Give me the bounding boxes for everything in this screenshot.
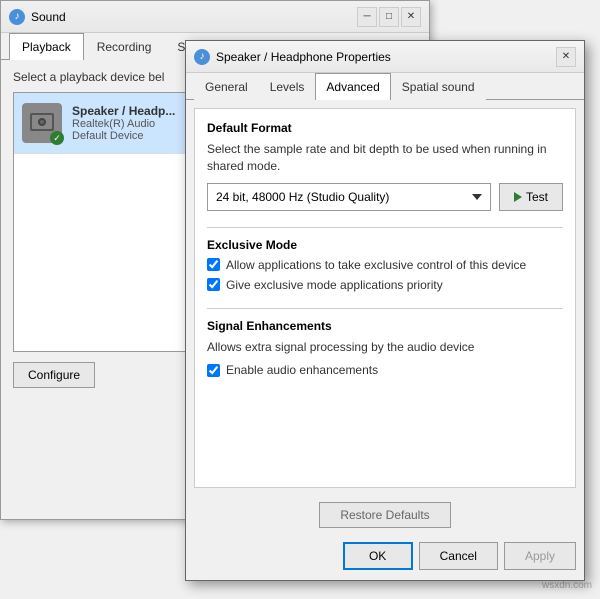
minimize-button[interactable]: ─ xyxy=(357,7,377,27)
props-window-controls: ✕ xyxy=(556,47,576,67)
exclusive-checkbox-1-input[interactable] xyxy=(207,258,220,271)
format-row: 24 bit, 48000 Hz (Studio Quality) Test xyxy=(207,183,563,211)
default-check: ✓ xyxy=(50,131,64,145)
default-format-desc: Select the sample rate and bit depth to … xyxy=(207,141,563,175)
props-title-bar: ♪ Speaker / Headphone Properties ✕ xyxy=(186,41,584,73)
default-format-title: Default Format xyxy=(207,121,563,135)
exclusive-checkbox-2-input[interactable] xyxy=(207,278,220,291)
props-window: ♪ Speaker / Headphone Properties ✕ Gener… xyxy=(185,40,585,581)
ok-button[interactable]: OK xyxy=(343,542,413,570)
props-window-icon: ♪ xyxy=(194,49,210,65)
signal-checkbox-1-input[interactable] xyxy=(207,364,220,377)
tab-recording[interactable]: Recording xyxy=(84,33,165,60)
exclusive-checkbox-1: Allow applications to take exclusive con… xyxy=(207,258,563,272)
exclusive-mode-group: Exclusive Mode Allow applications to tak… xyxy=(207,238,563,292)
dialog-buttons: OK Cancel Apply xyxy=(186,534,584,580)
exclusive-checkbox-2: Give exclusive mode applications priorit… xyxy=(207,278,563,292)
exclusive-label-2: Give exclusive mode applications priorit… xyxy=(226,278,443,292)
divider-2 xyxy=(207,308,563,309)
tab-advanced[interactable]: Advanced xyxy=(315,73,390,100)
signal-enhancements-group: Signal Enhancements Allows extra signal … xyxy=(207,319,563,378)
device-subname: Realtek(R) Audio xyxy=(72,118,175,130)
sound-window-controls: ─ □ ✕ xyxy=(357,7,421,27)
tab-general[interactable]: General xyxy=(194,73,259,100)
tab-playback[interactable]: Playback xyxy=(9,33,84,60)
close-button[interactable]: ✕ xyxy=(401,7,421,27)
device-info: Speaker / Headp... Realtek(R) Audio Defa… xyxy=(72,104,175,142)
props-tab-bar: General Levels Advanced Spatial sound xyxy=(186,73,584,100)
props-close-button[interactable]: ✕ xyxy=(556,47,576,67)
props-window-title: Speaker / Headphone Properties xyxy=(216,50,556,64)
device-icon: ✓ xyxy=(22,103,62,143)
exclusive-label-1: Allow applications to take exclusive con… xyxy=(226,258,526,272)
tab-levels[interactable]: Levels xyxy=(259,73,316,100)
test-label: Test xyxy=(526,190,548,204)
signal-enhancements-title: Signal Enhancements xyxy=(207,319,563,333)
sound-title-bar: ♪ Sound ─ □ ✕ xyxy=(1,1,429,33)
signal-checkbox-1: Enable audio enhancements xyxy=(207,363,563,377)
cancel-button[interactable]: Cancel xyxy=(419,542,498,570)
watermark: wsxdn.com xyxy=(542,580,592,591)
play-icon xyxy=(514,192,522,202)
signal-label-1: Enable audio enhancements xyxy=(226,363,378,377)
restore-defaults-button[interactable]: Restore Defaults xyxy=(319,502,450,528)
apply-button[interactable]: Apply xyxy=(504,542,576,570)
test-button[interactable]: Test xyxy=(499,183,563,211)
sound-window-title: Sound xyxy=(31,10,357,24)
sound-window-icon: ♪ xyxy=(9,9,25,25)
props-footer: Restore Defaults xyxy=(186,496,584,534)
exclusive-mode-title: Exclusive Mode xyxy=(207,238,563,252)
signal-enhancements-desc: Allows extra signal processing by the au… xyxy=(207,339,563,356)
format-dropdown[interactable]: 24 bit, 48000 Hz (Studio Quality) xyxy=(207,183,491,211)
default-format-group: Default Format Select the sample rate an… xyxy=(207,121,563,211)
device-name: Speaker / Headp... xyxy=(72,104,175,118)
props-content: Default Format Select the sample rate an… xyxy=(194,108,576,488)
device-status: Default Device xyxy=(72,130,175,142)
divider-1 xyxy=(207,227,563,228)
tab-spatial-sound[interactable]: Spatial sound xyxy=(391,73,486,100)
configure-button[interactable]: Configure xyxy=(13,362,95,388)
maximize-button[interactable]: □ xyxy=(379,7,399,27)
